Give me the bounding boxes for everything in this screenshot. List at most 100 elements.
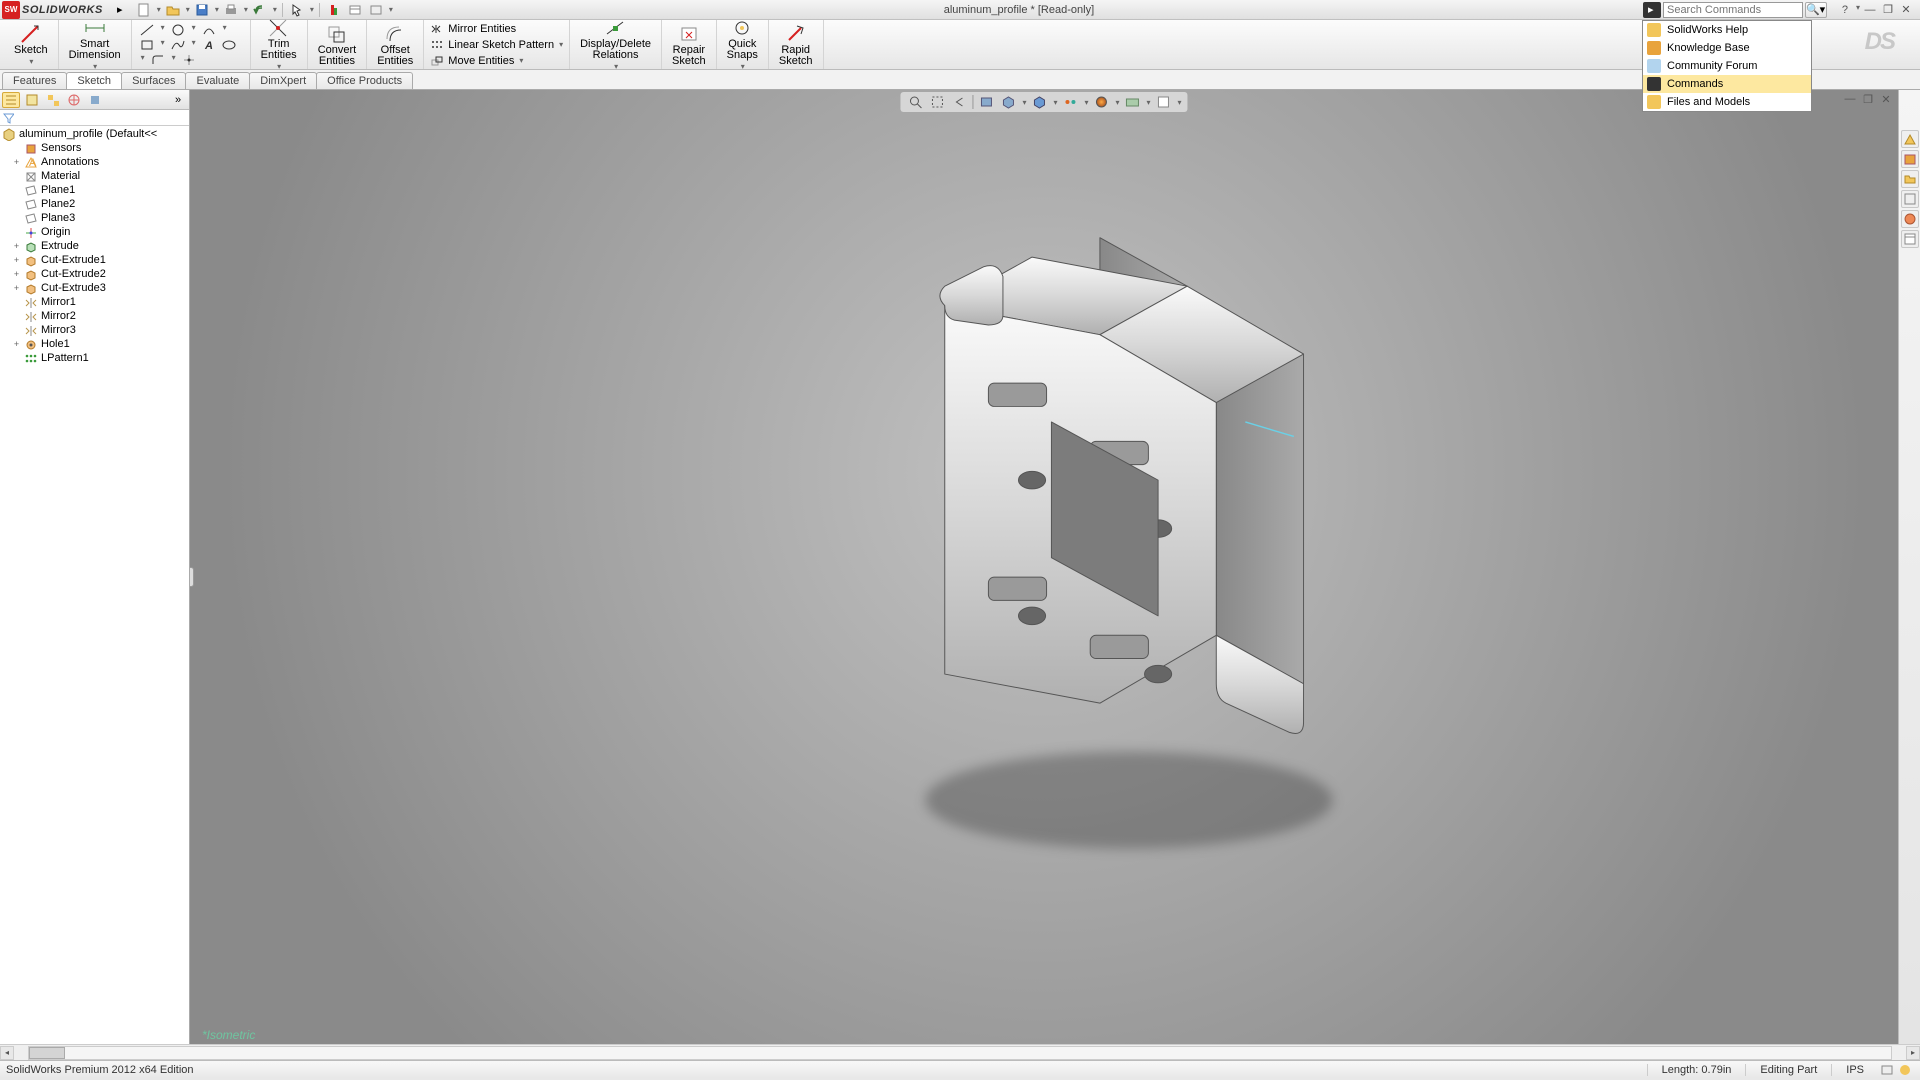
- property-manager-tab[interactable]: [23, 92, 41, 108]
- rectangle-tool[interactable]: [140, 38, 154, 51]
- tree-item[interactable]: +Cut-Extrude1: [0, 253, 189, 267]
- fillet-tool[interactable]: [151, 53, 165, 66]
- display-style-button[interactable]: [1030, 94, 1048, 110]
- dimxpert-manager-tab[interactable]: [65, 92, 83, 108]
- rapid-sketch-button[interactable]: Rapid Sketch: [773, 22, 819, 68]
- line-tool[interactable]: [140, 23, 154, 36]
- section-view-button[interactable]: [977, 94, 995, 110]
- sketch-button[interactable]: Sketch▾: [8, 22, 54, 68]
- expand-toggle[interactable]: +: [12, 241, 21, 251]
- scroll-left-button[interactable]: ◂: [0, 1046, 14, 1060]
- search-option-help[interactable]: SolidWorks Help: [1643, 21, 1811, 39]
- expand-toggle[interactable]: +: [12, 157, 21, 167]
- zoom-area-button[interactable]: [928, 94, 946, 110]
- rebuild-button[interactable]: [325, 2, 343, 18]
- tree-item[interactable]: +Hole1: [0, 337, 189, 351]
- circle-tool[interactable]: [171, 23, 185, 36]
- search-option-kb[interactable]: Knowledge Base: [1643, 39, 1811, 57]
- tab-surfaces[interactable]: Surfaces: [121, 72, 186, 89]
- point-tool[interactable]: [182, 53, 196, 66]
- apply-scene-button[interactable]: [1124, 94, 1142, 110]
- tree-item[interactable]: +AAnnotations: [0, 155, 189, 169]
- appearances-tab[interactable]: [1901, 210, 1919, 228]
- tree-item[interactable]: Origin: [0, 225, 189, 239]
- expand-toggle[interactable]: +: [12, 283, 21, 293]
- trim-entities-button[interactable]: Trim Entities▾: [255, 16, 303, 73]
- tree-item[interactable]: Plane2: [0, 197, 189, 211]
- quick-snaps-button[interactable]: Quick Snaps▾: [721, 16, 764, 73]
- tree-item[interactable]: Mirror2: [0, 309, 189, 323]
- display-manager-tab[interactable]: [86, 92, 104, 108]
- scroll-right-button[interactable]: ▸: [1906, 1046, 1920, 1060]
- feature-manager-tab[interactable]: [2, 92, 20, 108]
- expand-toggle[interactable]: +: [12, 255, 21, 265]
- tab-evaluate[interactable]: Evaluate: [185, 72, 250, 89]
- hide-show-button[interactable]: [1061, 94, 1079, 110]
- status-icon-1[interactable]: [1880, 1063, 1894, 1077]
- solidworks-resources-tab[interactable]: [1901, 130, 1919, 148]
- smart-dimension-button[interactable]: Smart Dimension▾: [63, 16, 127, 73]
- tab-features[interactable]: Features: [2, 72, 67, 89]
- tree-filter-input[interactable]: [14, 112, 186, 124]
- options-button[interactable]: [346, 2, 364, 18]
- configuration-manager-tab[interactable]: [44, 92, 62, 108]
- convert-entities-button[interactable]: Convert Entities: [312, 22, 363, 68]
- tree-item[interactable]: Plane3: [0, 211, 189, 225]
- expand-toggle[interactable]: +: [12, 339, 21, 349]
- tree-item[interactable]: Mirror1: [0, 295, 189, 309]
- repair-sketch-button[interactable]: Repair Sketch: [666, 22, 712, 68]
- view-palette-tab[interactable]: [1901, 190, 1919, 208]
- spline-tool[interactable]: [171, 38, 185, 51]
- new-button[interactable]: [135, 2, 153, 18]
- panel-collapse-button[interactable]: »: [169, 92, 187, 108]
- tree-item[interactable]: Mirror3: [0, 323, 189, 337]
- search-option-files[interactable]: Files and Models: [1643, 93, 1811, 111]
- tab-sketch[interactable]: Sketch: [66, 72, 122, 89]
- horizontal-scrollbar[interactable]: ◂ ▸: [0, 1044, 1920, 1060]
- design-library-tab[interactable]: [1901, 150, 1919, 168]
- tree-item[interactable]: +Extrude: [0, 239, 189, 253]
- search-category-icon[interactable]: ▸: [1643, 2, 1661, 18]
- scroll-thumb[interactable]: [29, 1047, 65, 1059]
- view-settings-button[interactable]: [1155, 94, 1173, 110]
- search-input[interactable]: [1663, 2, 1803, 18]
- save-button[interactable]: [193, 2, 211, 18]
- previous-view-button[interactable]: [950, 94, 968, 110]
- tab-office-products[interactable]: Office Products: [316, 72, 413, 89]
- tree-item[interactable]: Material: [0, 169, 189, 183]
- tab-dimxpert[interactable]: DimXpert: [249, 72, 317, 89]
- edit-appearance-button[interactable]: [1093, 94, 1111, 110]
- tree-item[interactable]: Plane1: [0, 183, 189, 197]
- doc-restore-button[interactable]: ❐: [1860, 92, 1876, 106]
- help-button[interactable]: ?: [1837, 3, 1853, 17]
- display-delete-relations-button[interactable]: Display/Delete Relations▾: [574, 16, 657, 73]
- arc-tool[interactable]: [202, 23, 216, 36]
- search-option-commands[interactable]: Commands: [1643, 75, 1811, 93]
- text-tool[interactable]: A: [202, 38, 216, 51]
- status-icon-2[interactable]: [1898, 1063, 1912, 1077]
- file-explorer-tab[interactable]: [1901, 170, 1919, 188]
- print-button[interactable]: [222, 2, 240, 18]
- search-option-forum[interactable]: Community Forum: [1643, 57, 1811, 75]
- doc-close-button[interactable]: ✕: [1878, 92, 1894, 106]
- ellipse-tool[interactable]: [222, 38, 236, 51]
- linear-sketch-pattern-button[interactable]: Linear Sketch Pattern▾: [428, 37, 565, 53]
- tree-item[interactable]: +Cut-Extrude2: [0, 267, 189, 281]
- expand-toggle[interactable]: +: [12, 269, 21, 279]
- panel-splitter-handle[interactable]: [190, 567, 194, 587]
- open-button[interactable]: [164, 2, 182, 18]
- minimize-button[interactable]: —: [1862, 3, 1878, 17]
- tree-item[interactable]: LPattern1: [0, 351, 189, 365]
- doc-minimize-button[interactable]: —: [1842, 92, 1858, 106]
- offset-entities-button[interactable]: Offset Entities: [371, 22, 419, 68]
- view-orientation-button[interactable]: [999, 94, 1017, 110]
- graphics-viewport[interactable]: ▾ ▾ ▾ ▾ ▾ ▾ — ❐ ✕: [190, 90, 1898, 1044]
- screen-capture-button[interactable]: [367, 2, 385, 18]
- tree-item[interactable]: Sensors: [0, 141, 189, 155]
- tree-item[interactable]: +Cut-Extrude3: [0, 281, 189, 295]
- close-button[interactable]: ✕: [1898, 3, 1914, 17]
- mirror-entities-button[interactable]: Mirror Entities: [428, 21, 565, 37]
- tree-root[interactable]: aluminum_profile (Default<<: [0, 127, 189, 141]
- custom-properties-tab[interactable]: [1901, 230, 1919, 248]
- move-entities-button[interactable]: Move Entities▾: [428, 53, 565, 69]
